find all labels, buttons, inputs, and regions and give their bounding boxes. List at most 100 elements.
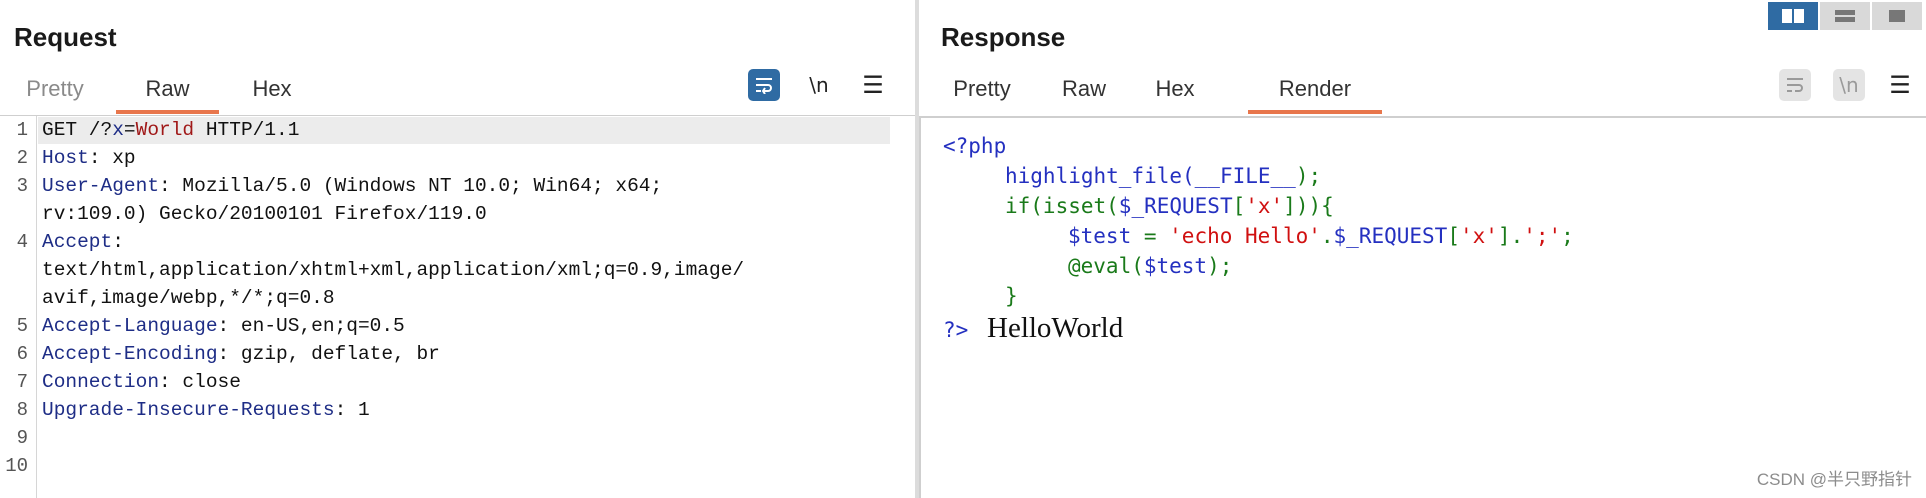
request-title: Request (14, 22, 117, 52)
header-key: Upgrade-Insecure-Requests (42, 399, 335, 421)
php-constant: __FILE__ (1194, 164, 1296, 188)
php-string: 'x' (1459, 224, 1498, 248)
tab-hex[interactable]: Hex (232, 74, 312, 110)
php-punct: ; (1561, 224, 1574, 248)
stacked-view-glyph (1835, 10, 1855, 22)
header-line[interactable]: Host: xp (42, 147, 136, 169)
header-line[interactable]: Accept-Language: en-US,en;q=0.5 (42, 315, 405, 337)
query-equals: = (123, 119, 136, 141)
php-code-line: $test = 'echo Hello'.$_REQUEST['x'].';'; (1068, 224, 1574, 248)
line-number: 8 (16, 399, 28, 421)
php-variable: $test (1143, 254, 1208, 278)
php-code-line: if(isset($_REQUEST['x'])){ (1005, 194, 1334, 218)
tab-pretty[interactable]: Pretty (941, 74, 1023, 110)
php-function: highlight_file( (1005, 164, 1195, 188)
header-value: : xp (88, 147, 136, 169)
header-line[interactable]: Upgrade-Insecure-Requests: 1 (42, 399, 370, 421)
response-panel: Response Pretty Raw Hex Render \n ☰ <?ph… (919, 0, 1926, 498)
tab-hex[interactable]: Hex (1135, 74, 1215, 110)
php-operator: = (1143, 224, 1170, 248)
response-title: Response (941, 22, 1066, 52)
php-operator: . (1320, 224, 1334, 248)
hamburger-icon[interactable]: ☰ (857, 69, 889, 101)
header-key: Accept-Language (42, 315, 218, 337)
split-view-icon[interactable] (1768, 2, 1818, 30)
render-view: <?php highlight_file(__FILE__); if(isset… (919, 116, 1926, 498)
php-variable: $_REQUEST (1333, 224, 1448, 248)
php-close-tag: ?> (943, 318, 969, 342)
header-continuation: avif,image/webp,*/*;q=0.8 (42, 287, 335, 309)
header-key: User-Agent (42, 175, 160, 197)
tab-raw[interactable]: Raw (116, 74, 219, 114)
line-number: 7 (16, 371, 28, 393)
hamburger-icon[interactable]: ☰ (1884, 69, 1916, 101)
line-number: 9 (16, 427, 28, 449)
query-param-name: x (112, 119, 124, 141)
header-value: : 1 (334, 399, 370, 421)
http-version: HTTP/1.1 (194, 119, 300, 141)
php-open-tag: <?php (943, 134, 1007, 158)
header-value: : close (159, 371, 241, 393)
header-line[interactable]: User-Agent: Mozilla/5.0 (Windows NT 10.0… (42, 175, 662, 197)
php-keyword: if(isset( (1005, 194, 1119, 218)
request-line[interactable]: GET /?x=World HTTP/1.1 (42, 119, 299, 141)
php-variable: $_REQUEST (1118, 194, 1233, 218)
tab-pretty[interactable]: Pretty (14, 74, 96, 110)
watermark: CSDN @半只野指针 (1756, 470, 1912, 489)
php-code-line: highlight_file(__FILE__); (1005, 164, 1321, 188)
tab-raw[interactable]: Raw (1049, 74, 1119, 110)
newline-toggle[interactable]: \n (1833, 69, 1865, 101)
php-punct: ); (1207, 254, 1233, 278)
php-punct: ] (1497, 224, 1511, 248)
header-key: Accept-Encoding (42, 343, 218, 365)
php-variable: $test (1068, 224, 1144, 248)
php-code-line: @eval($test); (1068, 254, 1232, 278)
header-key: Host (42, 147, 89, 169)
header-line[interactable]: Connection: close (42, 371, 241, 393)
header-key: Connection (42, 371, 160, 393)
php-punct: [ (1232, 194, 1246, 218)
wrap-lines-glyph (1787, 78, 1803, 92)
php-operator: . (1510, 224, 1524, 248)
newline-toggle[interactable]: \n (803, 69, 835, 101)
header-value: : gzip, deflate, br (217, 343, 440, 365)
request-panel: Request Pretty Raw Hex \n ☰ 1 2 3 4 5 6 … (0, 0, 915, 498)
php-function: @eval( (1068, 254, 1144, 278)
php-string: ';' (1523, 224, 1562, 248)
response-tabs: Pretty Raw Hex Render (919, 74, 1926, 114)
stacked-view-icon[interactable] (1820, 2, 1870, 30)
header-key: Accept (42, 231, 113, 253)
rendered-output: HelloWorld (987, 312, 1124, 344)
single-view-glyph (1889, 10, 1905, 22)
line-number: 6 (16, 343, 28, 365)
header-line[interactable]: Accept-Encoding: gzip, deflate, br (42, 343, 440, 365)
split-view-glyph (1782, 9, 1804, 23)
line-number: 1 (16, 119, 28, 141)
wrap-lines-glyph (756, 78, 772, 94)
php-punct: [ (1447, 224, 1460, 248)
line-number: 2 (16, 147, 28, 169)
request-method-path: GET /? (42, 119, 113, 141)
php-punct: ])) (1283, 194, 1322, 218)
php-close-brace: } (1005, 284, 1018, 308)
header-line[interactable]: Accept: (42, 231, 124, 253)
layout-toggle-group (1766, 2, 1922, 30)
editor-top-border (0, 115, 915, 116)
header-value: : en-US,en;q=0.5 (217, 315, 405, 337)
line-number: 10 (5, 455, 28, 477)
wrap-lines-icon[interactable] (1779, 69, 1811, 101)
header-continuation: rv:109.0) Gecko/20100101 Firefox/119.0 (42, 203, 487, 225)
php-string: 'x' (1245, 194, 1284, 218)
php-punct: { (1321, 194, 1334, 218)
line-number: 3 (16, 175, 28, 197)
single-view-icon[interactable] (1872, 2, 1922, 30)
wrap-lines-icon[interactable] (748, 69, 780, 101)
php-string: 'echo Hello' (1169, 224, 1321, 248)
header-value: : (112, 231, 124, 253)
tab-render[interactable]: Render (1248, 74, 1382, 114)
line-number: 5 (16, 315, 28, 337)
php-punct: ); (1295, 164, 1322, 188)
line-number: 4 (16, 231, 28, 253)
header-value: : Mozilla/5.0 (Windows NT 10.0; Win64; x… (159, 175, 663, 197)
query-param-value: World (135, 119, 195, 141)
